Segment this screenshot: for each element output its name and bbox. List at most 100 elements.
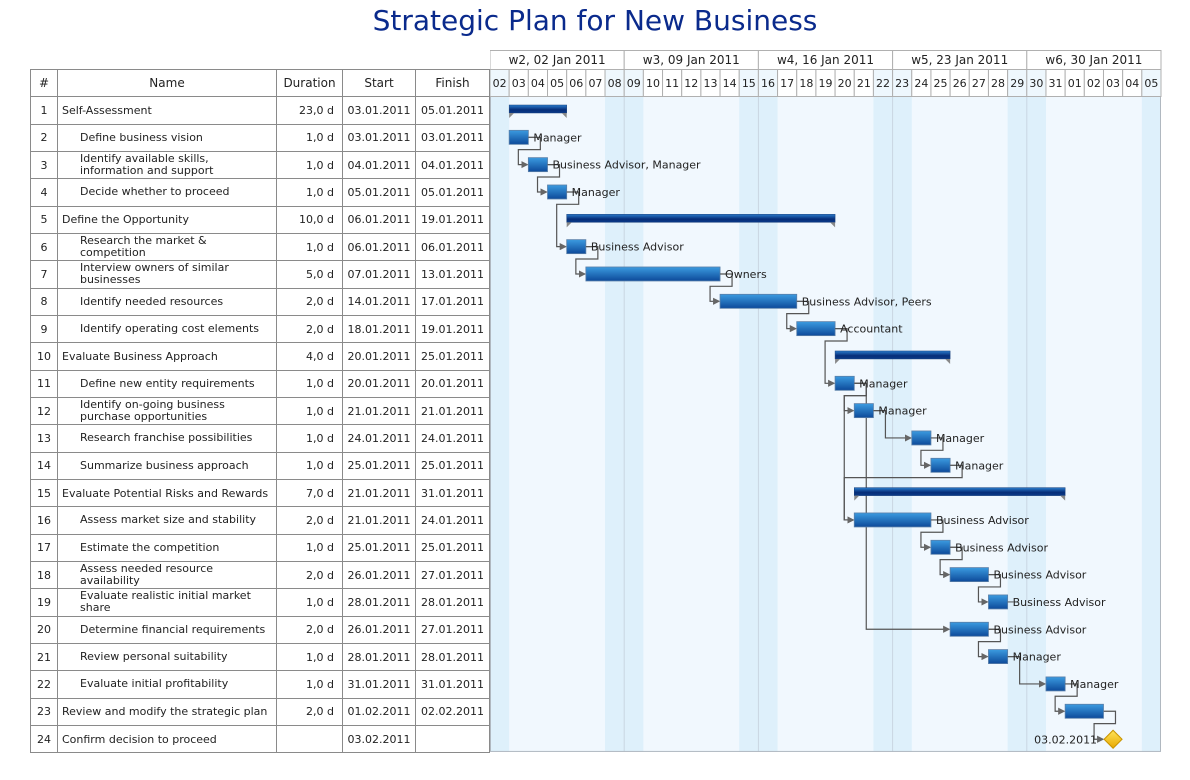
- task-start: 06.01.2011: [342, 205, 416, 234]
- task-name: Review and modify the strategic plan: [57, 697, 277, 726]
- resource-label: Owners: [725, 268, 767, 281]
- task-name: Interview owners of similar businesses: [57, 260, 277, 289]
- day-label: 01: [1068, 77, 1082, 90]
- task-duration: 1,0 d: [276, 670, 343, 699]
- day-label: 02: [493, 77, 507, 90]
- table-row[interactable]: 9 Identify operating cost elements 2,0 d 18…: [30, 314, 490, 344]
- day-label: 08: [608, 77, 622, 90]
- table-row[interactable]: 14 Summarize business approach 1,0 d 25.01.…: [30, 451, 490, 480]
- table-row[interactable]: 15 Evaluate Potential Risks and Rewards 7,…: [30, 478, 490, 508]
- task-bar[interactable]: [988, 649, 1009, 664]
- task-duration: 10,0 d: [276, 205, 343, 234]
- summary-bar[interactable]: [834, 350, 951, 360]
- resource-label: Manager: [1013, 651, 1062, 664]
- table-row[interactable]: 16 Assess market size and stability 2,0 d2…: [30, 506, 490, 535]
- task-finish: 25.01.2011: [415, 533, 490, 562]
- day-label: 03: [1106, 77, 1120, 90]
- task-duration: 5,0 d: [276, 260, 343, 289]
- task-bar[interactable]: [508, 129, 529, 145]
- task-name: Assess market size and stability: [57, 506, 277, 535]
- table-row[interactable]: 22 Evaluate initial profitability 1,0 d 31.…: [30, 670, 490, 699]
- weekend-column: [1026, 69, 1046, 752]
- column-header-duration[interactable]: Duration: [276, 68, 343, 98]
- task-bar[interactable]: [988, 594, 1009, 610]
- resource-label: Business Advisor: [993, 623, 1086, 636]
- table-row[interactable]: 13 Research franchise possibilities 1,0 d2…: [30, 424, 490, 453]
- day-label: 13: [703, 77, 717, 90]
- column-header-num[interactable]: #: [30, 68, 58, 98]
- task-name: Define new entity requirements: [57, 369, 277, 398]
- task-start: 18.01.2011: [342, 314, 416, 344]
- week-label: w2, 02 Jan 2011: [509, 53, 606, 67]
- task-bar[interactable]: [527, 157, 548, 173]
- task-start: 01.02.2011: [342, 697, 416, 726]
- task-bar[interactable]: [547, 184, 568, 200]
- table-row[interactable]: 11 Define new entity requirements 1,0 d 20.…: [30, 369, 490, 398]
- task-duration: 4,0 d: [276, 342, 343, 371]
- table-row[interactable]: 6 Research the market & competition 1,0 d0…: [30, 232, 490, 262]
- task-bar[interactable]: [1045, 676, 1066, 692]
- task-number: 22: [30, 670, 58, 699]
- task-start: 24.01.2011: [342, 424, 416, 453]
- task-start: 04.01.2011: [342, 150, 416, 180]
- task-number: 3: [30, 150, 58, 180]
- table-row[interactable]: 3 Identify available skills, information …: [30, 150, 490, 180]
- task-bar[interactable]: [911, 430, 932, 446]
- table-row[interactable]: 17 Estimate the competition 1,0 d 25.01.201…: [30, 533, 490, 562]
- weekend-column: [1141, 69, 1161, 752]
- task-bar[interactable]: [834, 375, 855, 391]
- summary-bar[interactable]: [508, 104, 567, 114]
- table-row[interactable]: 21 Review personal suitability 1,0 d 28.01.…: [30, 642, 490, 672]
- task-bar[interactable]: [566, 239, 587, 255]
- table-row[interactable]: 10 Evaluate Business Approach 4,0 d 20.01.2…: [30, 342, 490, 371]
- task-bar[interactable]: [853, 512, 932, 528]
- resource-label: Business Advisor: [591, 241, 684, 254]
- table-row[interactable]: 23 Review and modify the strategic plan 2,…: [30, 697, 490, 726]
- task-name: Confirm decision to proceed: [57, 724, 277, 754]
- task-finish: 03.01.2011: [415, 123, 490, 152]
- summary-bar[interactable]: [854, 487, 1066, 496]
- task-bar[interactable]: [949, 621, 989, 637]
- task-bar[interactable]: [853, 403, 874, 419]
- table-row[interactable]: 19 Evaluate realistic initial market shar…: [30, 588, 490, 617]
- task-start: 25.01.2011: [342, 533, 416, 562]
- table-row[interactable]: 8 Identify needed resources 2,0 d 14.01.201…: [30, 287, 490, 316]
- table-row[interactable]: 4 Decide whether to proceed 1,0 d 05.01.201…: [30, 178, 490, 207]
- task-finish: 28.01.2011: [415, 588, 490, 617]
- table-row[interactable]: 7 Interview owners of similar businesses 5…: [30, 260, 490, 289]
- day-label: 19: [819, 77, 833, 90]
- task-bar[interactable]: [949, 567, 989, 583]
- task-finish: 19.01.2011: [415, 314, 490, 344]
- task-finish: 24.01.2011: [415, 424, 490, 453]
- week-label: w3, 09 Jan 2011: [643, 53, 740, 67]
- task-bar[interactable]: [719, 293, 798, 309]
- resource-label: Business Advisor, Peers: [802, 295, 932, 308]
- column-header-name[interactable]: Name: [57, 68, 277, 98]
- table-row[interactable]: 24 Confirm decision to proceed 03.02.2011: [30, 724, 490, 754]
- task-number: 21: [30, 642, 58, 672]
- resource-label: Manager: [572, 186, 621, 199]
- column-header-finish[interactable]: Finish: [415, 68, 490, 98]
- task-duration: 1,0 d: [276, 424, 343, 453]
- task-bar[interactable]: [585, 266, 721, 282]
- task-bar[interactable]: [930, 539, 951, 555]
- task-bar[interactable]: [1064, 703, 1104, 719]
- table-row[interactable]: 1 Self-Assessment 23,0 d 03.01.2011 05.01.20…: [30, 96, 490, 125]
- task-bar[interactable]: [796, 321, 836, 337]
- task-name: Decide whether to proceed: [57, 178, 277, 207]
- table-row[interactable]: 20 Determine financial requirements 2,0 d2…: [30, 615, 490, 644]
- table-row[interactable]: 12 Identify on-going business purchase op…: [30, 396, 490, 426]
- task-start: 20.01.2011: [342, 342, 416, 371]
- task-finish: 21.01.2011: [415, 396, 490, 426]
- summary-bar[interactable]: [566, 214, 836, 223]
- task-number: 9: [30, 314, 58, 344]
- table-row[interactable]: 18 Assess needed resource availability 2,0…: [30, 560, 490, 590]
- task-start: 28.01.2011: [342, 588, 416, 617]
- day-label: 14: [723, 77, 737, 90]
- task-bar[interactable]: [930, 457, 951, 473]
- column-header-start[interactable]: Start: [342, 68, 416, 98]
- table-row[interactable]: 5 Define the Opportunity 10,0 d 06.01.2011 1…: [30, 205, 490, 234]
- task-duration: 2,0 d: [276, 615, 343, 644]
- task-duration: 1,0 d: [276, 232, 343, 262]
- table-row[interactable]: 2 Define business vision 1,0 d 03.01.2011 03…: [30, 123, 490, 152]
